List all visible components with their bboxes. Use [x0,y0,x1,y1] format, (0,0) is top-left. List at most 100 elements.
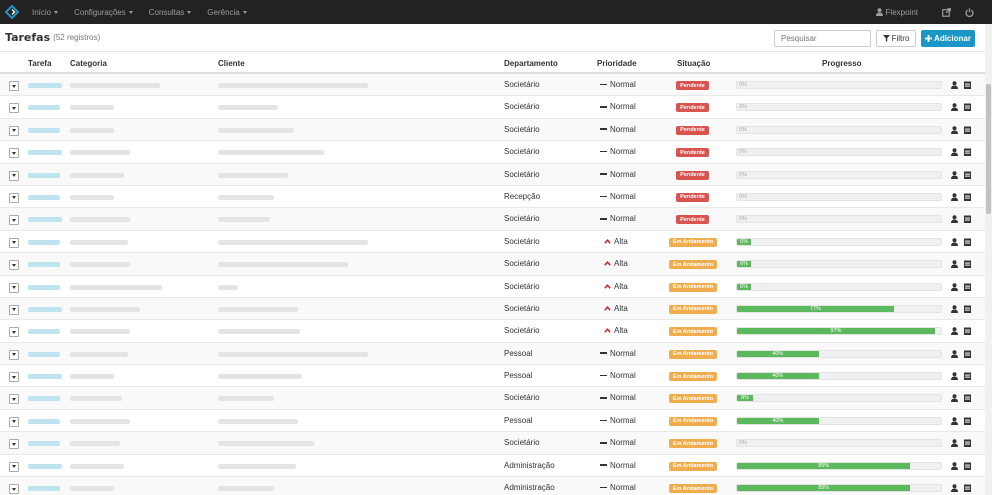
row-expand-toggle[interactable] [9,81,19,91]
task-link-redacted[interactable] [28,486,60,492]
row-expand-toggle[interactable] [9,260,19,271]
task-link-redacted[interactable] [28,217,62,223]
table-row[interactable]: Pessoal Normal Em Andamento 40% [0,342,985,366]
user-icon[interactable] [951,170,958,181]
row-expand-toggle[interactable] [9,327,19,338]
table-row[interactable]: Societário Normal Pendente 0% [0,208,985,231]
scrollbar-thumb[interactable] [986,84,991,214]
user-icon[interactable] [951,461,958,472]
filter-button[interactable]: Filtro [876,30,916,47]
row-expand-toggle[interactable] [9,439,19,450]
row-expand-toggle[interactable] [9,192,19,203]
user-icon[interactable] [951,327,958,337]
task-link-redacted[interactable] [28,441,60,447]
table-row[interactable]: Pessoal Normal Em Andamento 40% [0,365,985,388]
nav-item-1[interactable]: Configurações [74,8,133,17]
table-row[interactable]: Societário Alta Em Andamento 97% [0,320,985,343]
row-expand-toggle[interactable] [9,484,19,495]
task-link-redacted[interactable] [28,239,60,245]
row-expand-toggle[interactable] [9,461,19,472]
calendar-icon[interactable] [964,193,971,203]
table-row[interactable]: Societário Alta Em Andamento 6% [0,276,985,298]
calendar-icon[interactable] [964,462,971,472]
calendar-icon[interactable] [964,148,971,158]
scrollbar[interactable] [985,24,992,495]
calendar-icon[interactable] [964,215,971,225]
row-expand-toggle[interactable] [9,148,19,159]
table-row[interactable]: Administração Normal Em Andamento 85% [0,455,985,478]
task-link-redacted[interactable] [28,105,60,111]
task-link-redacted[interactable] [28,284,60,290]
logo-icon[interactable] [0,0,24,24]
row-expand-toggle[interactable] [9,394,19,405]
user-icon[interactable] [951,372,958,382]
col-progresso[interactable]: Progresso [822,59,862,68]
task-link-redacted[interactable] [28,127,60,133]
calendar-icon[interactable] [964,372,971,382]
table-row[interactable]: Societário Normal Pendente 0% [0,96,985,119]
task-link-redacted[interactable] [28,262,60,268]
table-row[interactable]: Societário Normal Pendente 0% [0,118,985,142]
col-cliente[interactable]: Cliente [218,59,245,68]
task-link-redacted[interactable] [28,418,60,424]
row-expand-toggle[interactable] [9,349,19,360]
user-icon[interactable] [951,394,958,404]
calendar-icon[interactable] [964,103,971,113]
external-link-icon[interactable] [942,7,951,17]
table-row[interactable]: Societário Alta Em Andamento 77% [0,297,985,321]
task-link-redacted[interactable] [28,463,62,469]
user-icon[interactable] [951,439,958,449]
table-row[interactable]: Societário Alta Em Andamento 6% [0,253,985,276]
calendar-icon[interactable] [964,81,971,91]
table-row[interactable]: Pessoal Normal Em Andamento 40% [0,410,985,433]
col-situacao[interactable]: Situação [677,59,710,68]
user-icon[interactable] [951,417,958,427]
col-prioridade[interactable]: Prioridade [597,59,637,68]
user-icon[interactable] [951,193,958,203]
task-link-redacted[interactable] [28,306,62,312]
table-row[interactable]: Societário Alta Em Andamento 6% [0,231,985,254]
row-expand-toggle[interactable] [9,215,19,226]
calendar-icon[interactable] [964,126,971,136]
table-row[interactable]: Administração Normal Em Andamento 85% [0,477,985,495]
user-icon[interactable] [951,260,958,270]
table-row[interactable]: Societário Normal Em Andamento 0% [0,432,985,455]
task-link-redacted[interactable] [28,374,62,380]
calendar-icon[interactable] [964,327,971,337]
nav-item-2[interactable]: Consultas [149,8,192,17]
task-link-redacted[interactable] [28,83,62,88]
task-link-redacted[interactable] [28,351,60,357]
task-link-redacted[interactable] [28,194,60,200]
user-icon[interactable] [951,237,958,248]
col-departamento[interactable]: Departamento [504,59,558,68]
user-icon[interactable] [951,81,958,91]
user-icon[interactable] [951,215,958,225]
table-row[interactable]: Recepção Normal Pendente 0% [0,186,985,209]
calendar-icon[interactable] [964,171,971,181]
task-link-redacted[interactable] [28,172,60,178]
user-icon[interactable] [951,282,958,293]
user-icon[interactable] [951,103,958,113]
task-link-redacted[interactable] [28,396,60,402]
table-row[interactable]: Societário Normal Pendente 0% [0,141,985,164]
nav-item-3[interactable]: Gerência [207,8,247,17]
calendar-icon[interactable] [964,283,971,293]
user-icon[interactable] [951,148,958,158]
user-icon[interactable] [951,125,958,136]
user-menu[interactable]: Flexpoint [875,8,918,17]
calendar-icon[interactable] [964,305,971,315]
task-link-redacted[interactable] [28,150,62,156]
calendar-icon[interactable] [964,484,971,494]
power-icon[interactable] [965,8,974,17]
col-categoria[interactable]: Categoria [70,59,107,68]
table-row[interactable]: Societário Normal Em Andamento 8% [0,387,985,410]
table-row[interactable]: Societário Normal Pendente 0% [0,74,985,97]
row-expand-toggle[interactable] [9,304,19,315]
row-expand-toggle[interactable] [9,103,19,114]
row-expand-toggle[interactable] [9,237,19,248]
add-button[interactable]: Adicionar [921,30,975,47]
table-row[interactable]: Societário Normal Pendente 0% [0,163,985,186]
row-expand-toggle[interactable] [9,372,19,383]
row-expand-toggle[interactable] [9,282,19,293]
nav-item-0[interactable]: Início [32,8,59,17]
